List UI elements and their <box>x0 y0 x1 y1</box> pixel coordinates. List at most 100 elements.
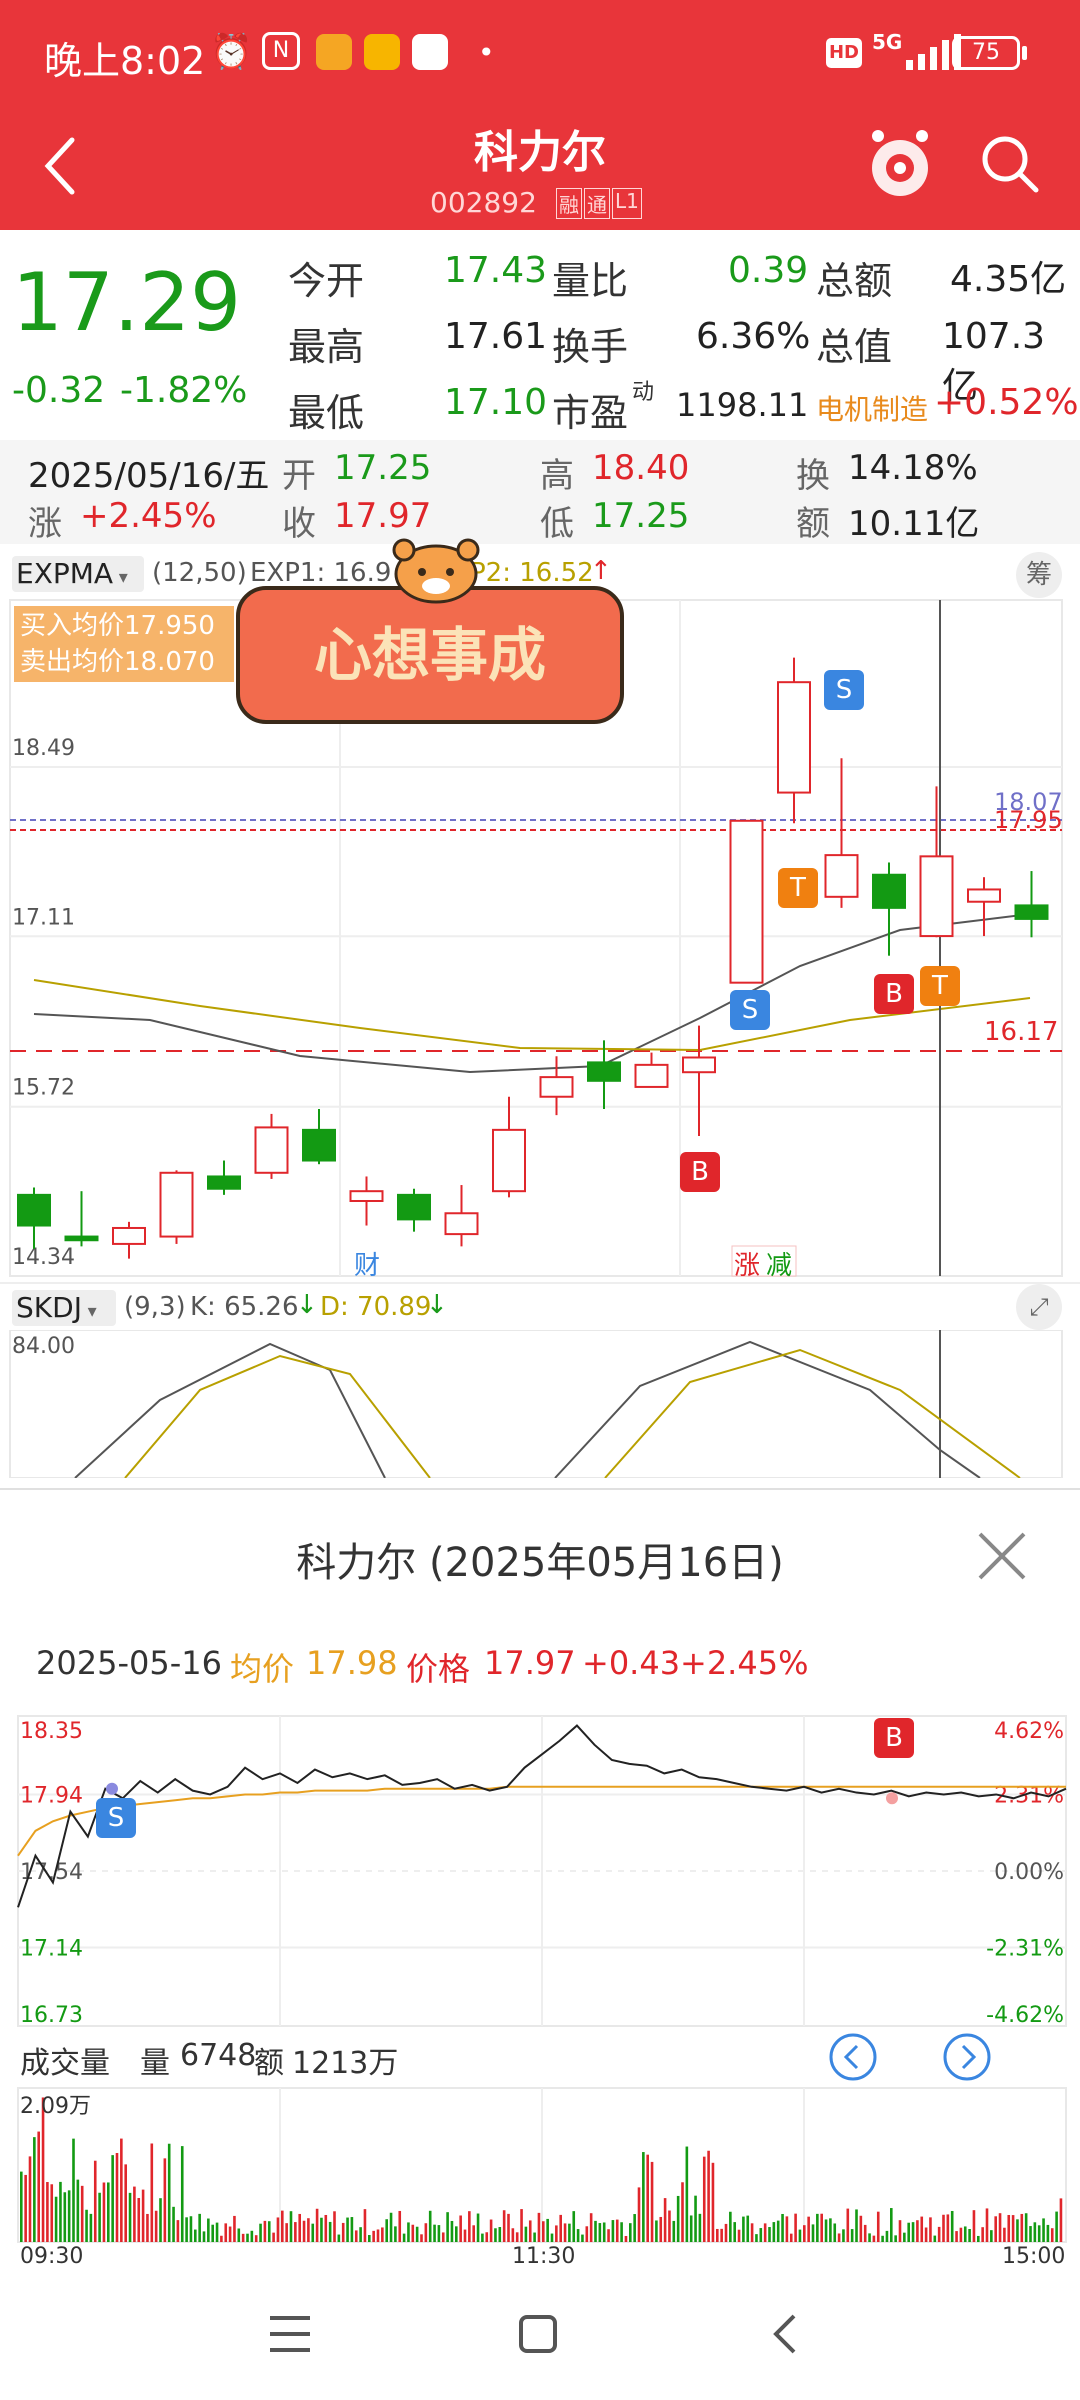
volume-bar <box>463 2229 467 2242</box>
volume-bar <box>859 2215 863 2242</box>
volume-bar <box>563 2223 567 2242</box>
intraday-sell-badge[interactable]: S <box>96 1798 136 1838</box>
t-signal-badge[interactable]: T <box>920 966 960 1006</box>
volume-bar <box>768 2227 771 2242</box>
volume-bar <box>472 2225 475 2242</box>
hd-icon: HD <box>826 38 862 68</box>
intraday-right-label: -2.31% <box>986 1937 1064 1962</box>
volume-bar <box>167 2143 171 2242</box>
volume-bar <box>763 2223 767 2242</box>
volume-bar <box>146 2213 149 2242</box>
k-down-arrow-icon: ↓ <box>296 1290 318 1320</box>
volume-bar <box>955 2231 958 2242</box>
volume-bar <box>816 2213 819 2242</box>
intraday-avg-label: 均价 <box>230 1650 295 1688</box>
vol-ratio-label: 量比 <box>552 259 629 303</box>
volume-bar <box>337 2234 341 2242</box>
nav-bar: 科力尔 002892 融 通 L1 <box>0 110 1080 230</box>
volume-bar <box>602 2222 606 2242</box>
indicator-select[interactable]: EXPMA ▾ <box>12 556 144 592</box>
volume-bar <box>498 2227 502 2242</box>
volume-bar <box>93 2160 97 2242</box>
kline-y-label: 17.11 <box>12 905 75 930</box>
volume-bar <box>54 2196 58 2242</box>
intraday-chart[interactable]: 18.3517.9417.5417.1416.734.62%2.31%0.00%… <box>0 1710 1080 2032</box>
skdj-select[interactable]: SKDJ ▾ <box>12 1290 116 1326</box>
volume-bar <box>368 2235 371 2242</box>
volume-bar <box>459 2215 462 2242</box>
intraday-avg: 17.98 <box>306 1644 398 1682</box>
mascot-icon[interactable] <box>866 124 934 204</box>
candle-body <box>967 888 1001 903</box>
volume-bar <box>568 2223 571 2242</box>
candle-body <box>682 1056 716 1074</box>
volume-bar <box>85 2209 88 2242</box>
volume-bar <box>276 2217 280 2242</box>
next-day-button[interactable] <box>942 2032 992 2082</box>
volume-bar <box>829 2218 832 2242</box>
intraday-left-label: 18.35 <box>20 1719 83 1744</box>
chip-distribution-button[interactable]: 筹 <box>1016 552 1062 598</box>
volume-bar <box>263 2220 267 2242</box>
volume-bar <box>977 2235 980 2242</box>
d-down-arrow-icon: ↓ <box>426 1290 448 1320</box>
buy-signal-badge[interactable]: B <box>874 974 914 1014</box>
expand-icon[interactable]: ⤢ <box>1016 1284 1062 1330</box>
t-signal-badge[interactable]: T <box>778 868 818 908</box>
candle-body <box>302 1128 336 1162</box>
volume-bar <box>885 2230 889 2242</box>
skdj-name: SKDJ <box>16 1291 82 1324</box>
intraday-price: 17.97 <box>484 1644 576 1682</box>
menu-icon[interactable] <box>268 2314 312 2354</box>
calendar-app-icon <box>412 34 448 70</box>
tiger-icon <box>392 538 480 604</box>
volume-bar <box>942 2214 945 2242</box>
volume-bar <box>446 2212 449 2242</box>
volume-bar <box>794 2213 797 2242</box>
skdj-params: (9,3) <box>124 1292 186 1322</box>
volume-bar <box>672 2220 676 2242</box>
amt-label: 额 <box>254 2046 284 2081</box>
volume-bar <box>159 2198 162 2242</box>
day-amt: 10.11亿 <box>848 504 980 544</box>
close-icon[interactable] <box>976 1530 1028 1582</box>
day-high: 18.40 <box>592 448 690 488</box>
volume-bar <box>785 2216 789 2242</box>
sell-signal-badge[interactable]: S <box>730 990 770 1030</box>
candle-body <box>872 873 906 909</box>
day-high-label: 高 <box>540 456 574 496</box>
sell-signal-badge[interactable]: S <box>824 670 864 710</box>
volume-bar <box>985 2208 989 2242</box>
volume-bar <box>659 2216 663 2242</box>
last-price: 17.29 <box>12 256 242 349</box>
volume-bar <box>642 2152 645 2242</box>
exp1-value: EXP1: 16.9 <box>250 558 392 588</box>
skdj-y-label: 84.00 <box>12 1334 75 1359</box>
intraday-buy-badge[interactable]: B <box>874 1718 914 1758</box>
home-icon[interactable] <box>518 2314 558 2354</box>
volume-bar <box>394 2226 397 2242</box>
volume-bar <box>1024 2213 1028 2242</box>
volume-bar <box>746 2215 750 2242</box>
day-turn: 14.18% <box>848 448 978 488</box>
buy-signal-badge[interactable]: B <box>680 1152 720 1192</box>
candle-body <box>159 1171 194 1238</box>
sector-name[interactable]: 电机制造 <box>816 388 928 428</box>
volume-bar <box>890 2208 893 2242</box>
volume-bar <box>428 2210 432 2242</box>
volume-bar <box>411 2224 415 2242</box>
volume-bar <box>233 2215 236 2242</box>
volume-bar <box>24 2174 27 2242</box>
time-noon: 11:30 <box>512 2244 576 2269</box>
day-chg-label: 涨 <box>28 504 62 544</box>
more-dot-icon: • <box>478 36 495 69</box>
search-icon[interactable] <box>978 132 1042 196</box>
prev-day-button[interactable] <box>828 2032 878 2082</box>
back-icon[interactable] <box>770 2312 800 2356</box>
day-chg: +2.45% <box>80 496 217 536</box>
volume-bar <box>1029 2226 1032 2242</box>
volume-bar <box>729 2211 732 2242</box>
shopping-app-icon <box>316 34 352 70</box>
volume-bar <box>833 2223 837 2242</box>
tag-level: L1 <box>612 188 642 219</box>
